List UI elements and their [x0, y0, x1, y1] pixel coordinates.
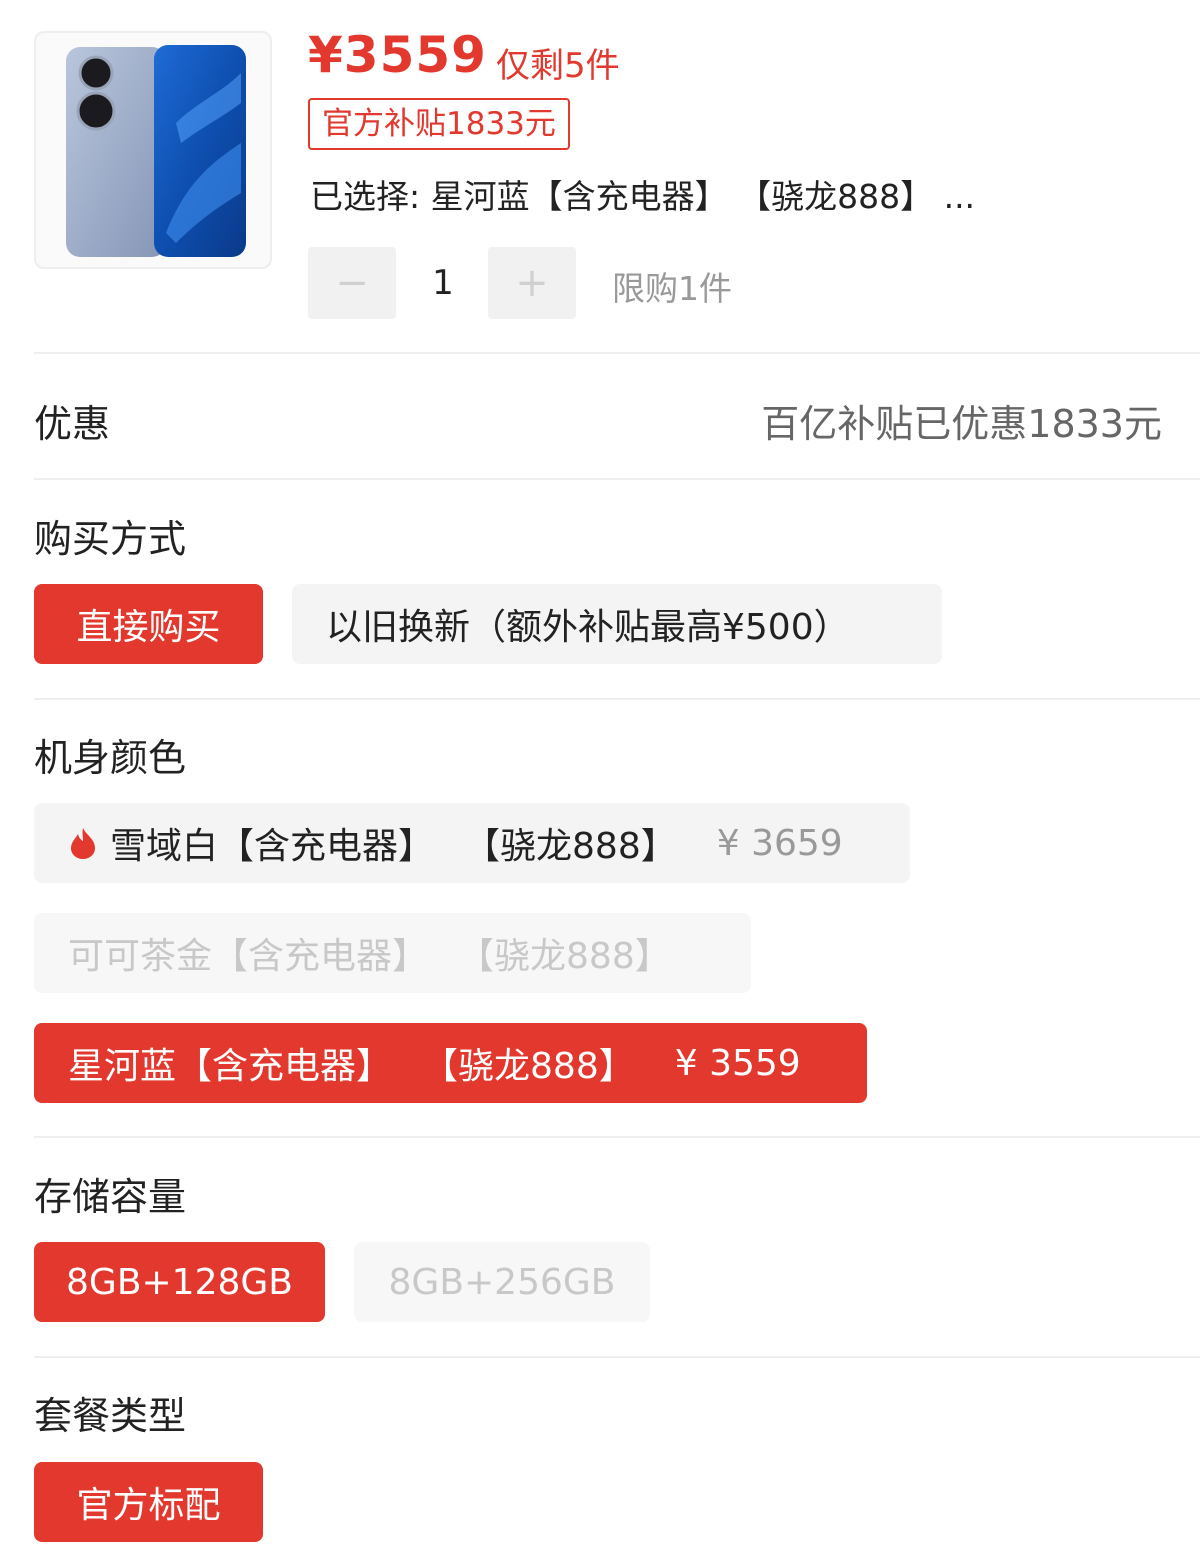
purchase-limit: 限购1件	[612, 269, 732, 308]
promo-label: 优惠	[34, 402, 111, 446]
divider	[34, 478, 1200, 480]
storage-option-128[interactable]: 8GB+128GB	[34, 1242, 325, 1322]
divider	[34, 1356, 1200, 1358]
color-option-galaxy-blue[interactable]: 星河蓝【含充电器】 【骁龙888】 ¥ 3559	[34, 1023, 867, 1103]
plus-icon: +	[515, 260, 549, 306]
product-image[interactable]	[34, 31, 272, 269]
chip-label: 【骁龙888】	[422, 1046, 635, 1087]
storage-option-256[interactable]: 8GB+256GB	[354, 1242, 650, 1322]
package-label: 套餐类型	[34, 1394, 187, 1438]
divider	[34, 698, 1200, 700]
body-color-label: 机身颜色	[34, 736, 187, 780]
color-name: 雪域白【含充电器】	[110, 826, 435, 867]
selected-spec: 已选择: 星河蓝【含充电器】 【骁龙888】 ...	[310, 177, 976, 216]
stock-note: 仅剩5件	[496, 46, 620, 86]
flame-icon	[71, 828, 95, 859]
option-label: 官方标配	[76, 1485, 221, 1526]
option-label: 8GB+128GB	[66, 1261, 293, 1303]
option-price: ¥ 3659	[716, 822, 843, 864]
quantity-value[interactable]: 1	[398, 247, 488, 319]
option-label: 以旧换新（额外补贴最高¥500）	[326, 607, 850, 648]
option-price: ¥ 3559	[674, 1042, 801, 1084]
color-name: 星河蓝【含充电器】	[68, 1046, 393, 1087]
purchase-method-label: 购买方式	[34, 517, 187, 561]
option-trade-in[interactable]: 以旧换新（额外补贴最高¥500）	[292, 584, 942, 664]
color-name: 可可茶金【含充电器】	[68, 936, 429, 977]
divider	[34, 352, 1200, 354]
chip-label: 【骁龙888】	[458, 936, 671, 977]
storage-label: 存储容量	[34, 1175, 187, 1219]
color-option-cocoa-gold[interactable]: 可可茶金【含充电器】 【骁龙888】	[34, 913, 751, 993]
divider	[34, 1136, 1200, 1138]
color-option-snow-white[interactable]: 雪域白【含充电器】 【骁龙888】 ¥ 3659	[34, 803, 910, 883]
option-label: 8GB+256GB	[388, 1261, 616, 1303]
option-label: 直接购买	[76, 607, 221, 648]
decrease-quantity-button[interactable]: −	[308, 247, 396, 319]
subsidy-tag: 官方补贴1833元	[308, 98, 570, 150]
phone-product-image	[66, 45, 246, 257]
chip-label: 【骁龙888】	[464, 826, 677, 867]
increase-quantity-button[interactable]: +	[488, 247, 576, 319]
minus-icon: −	[335, 260, 369, 306]
package-option-standard[interactable]: 官方标配	[34, 1462, 263, 1542]
promo-value[interactable]: 百亿补贴已优惠1833元	[761, 393, 1162, 448]
product-price: ¥3559	[308, 26, 487, 84]
option-direct-buy[interactable]: 直接购买	[34, 584, 263, 664]
